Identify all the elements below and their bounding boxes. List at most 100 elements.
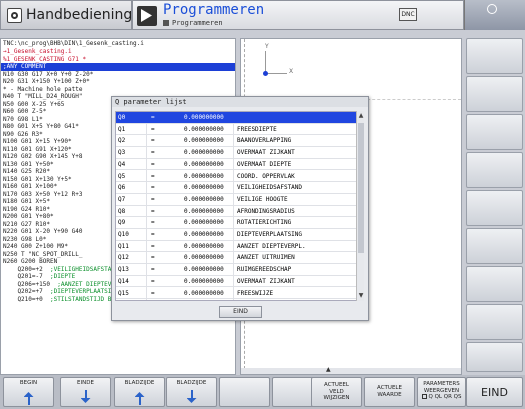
q-parameter-val: 0.000000000	[184, 289, 224, 297]
vertical-softkey-4[interactable]	[466, 152, 523, 188]
q-parameter-q: Q12	[118, 254, 129, 262]
mode-programming-sublabel: Programmeren	[163, 19, 223, 27]
param-comment: ;DIEPTE	[49, 273, 76, 280]
q-parameter-val: 0.000000000	[184, 231, 224, 238]
vertical-softkey-2[interactable]	[466, 76, 523, 112]
q-parameter-q: Q16	[118, 299, 129, 300]
q-parameter-eq: =	[151, 207, 155, 215]
q-parameter-row[interactable]: Q12 = 0.000000000 AANZET UITRUIMEN	[116, 252, 360, 265]
origin-marker	[263, 71, 268, 76]
mode-programming-tab[interactable]: Programmeren Programmeren DNC	[132, 0, 464, 30]
program-line[interactable]: * - Machine hole patte	[1, 86, 235, 94]
q-parameter-eq: =	[151, 149, 155, 157]
q-parameter-row[interactable]: Q13 = 0.000000000 RUIMGEREEDSCHAP	[116, 264, 360, 276]
softkey-page-up[interactable]: BLADZIJDE	[114, 377, 165, 407]
q-parameter-row[interactable]: Q6 = 0.000000000 VEILIGHEIDSAFSTAND	[116, 182, 360, 194]
dialog-scrollbar[interactable]: ▲ ▼	[356, 111, 364, 301]
q-parameter-row[interactable]: Q11 = 0.000000000 AANZET DIEPTEVERPL.	[116, 241, 360, 253]
scrollbar-thumb[interactable]	[358, 123, 364, 253]
q-parameter-eq: =	[151, 219, 155, 227]
q-parameter-q: Q1	[118, 125, 126, 133]
program-line[interactable]: N10 G30 G17 X+0 Y+0 Z-20*	[1, 71, 235, 79]
program-line[interactable]: N20 G31 X+150 Y+100 Z+0*	[1, 78, 235, 86]
program-line[interactable]: →1_Gesenk_casting.i	[1, 48, 235, 56]
scroll-down-icon[interactable]: ▼	[357, 292, 365, 300]
q-parameter-eq: =	[151, 289, 155, 297]
q-parameter-row[interactable]: Q8 = 0.000000000 AFRONDINGSRADIUS	[116, 206, 360, 218]
q-parameter-row[interactable]: Q1 = 0.000000000 FREESDIEPTE	[116, 124, 360, 136]
q-parameter-eq: =	[151, 299, 155, 300]
softkey-einde[interactable]: EINDE	[60, 377, 111, 407]
q-parameter-val: 0.000000000	[184, 219, 224, 227]
dnc-indicator: DNC	[399, 8, 417, 21]
q-parameter-desc: RADIUS	[237, 299, 259, 300]
vertical-softkey-9[interactable]	[466, 342, 523, 372]
q-parameter-desc: AANZET DIEPTEVERPL.	[237, 242, 306, 250]
y-axis	[265, 51, 266, 73]
q-parameter-q: Q3	[118, 149, 126, 157]
program-line[interactable]: ;ANY COMMENT	[1, 63, 235, 71]
q-parameter-row[interactable]: Q16 = 0.000000000 RADIUS	[116, 299, 360, 300]
q-parameter-desc: ROTATIERICHTING	[237, 219, 292, 227]
scroll-up-icon[interactable]: ▲	[357, 112, 365, 120]
softkey-begin[interactable]: BEGIN	[3, 377, 54, 407]
clock-icon	[487, 4, 497, 14]
status-area	[464, 0, 525, 30]
q-parameter-row[interactable]: Q0 = 0.000000000	[116, 112, 360, 124]
position-marker-icon: ▲	[326, 366, 331, 373]
mode-manual-tab[interactable]: Handbediening	[0, 0, 132, 30]
q-parameter-eq: =	[151, 266, 155, 274]
vertical-softkey-6[interactable]	[466, 228, 523, 264]
q-parameter-q: Q7	[118, 195, 126, 203]
q-parameter-eq: =	[151, 277, 155, 285]
arrow-down-icon	[186, 390, 197, 403]
softkey-page-down[interactable]: BLADZIJDE	[166, 377, 217, 407]
q-parameter-row[interactable]: Q9 = 0.000000000 ROTATIERICHTING	[116, 217, 360, 229]
q-parameter-row[interactable]: Q2 = 0.000000000 BAANOVERLAPPING	[116, 135, 360, 148]
q-parameter-row[interactable]: Q14 = 0.000000000 OVERMAAT ZIJKANT	[116, 276, 360, 288]
vertical-softkey-7[interactable]	[466, 266, 523, 302]
q-parameter-row[interactable]: Q3 = 0.000000000 OVERMAAT ZIJKANT	[116, 147, 360, 159]
q-parameter-eq: =	[151, 125, 155, 133]
q-parameter-row[interactable]: Q5 = 0.000000000 COORD. OPPERVLAK	[116, 171, 360, 183]
arrow-up-icon	[23, 392, 34, 405]
q-parameter-val: 0.000000000	[184, 207, 224, 215]
graphics-scrollbar[interactable]	[241, 368, 461, 374]
softkey-edit-field[interactable]: ACTUEEL VELD WIJZIGEN	[311, 377, 362, 407]
q-parameter-val: 0.000000000	[184, 160, 224, 168]
softkey-show-parameters-line1: PARAMETERS	[423, 381, 460, 387]
q-parameter-eq: =	[151, 172, 155, 180]
q-parameter-q: Q13	[118, 266, 129, 274]
vertical-softkey-1[interactable]	[466, 38, 523, 74]
program-line[interactable]: %1_GESENK_CASTING G71 *	[1, 56, 235, 64]
vertical-softkey-3[interactable]	[466, 114, 523, 150]
vertical-softkey-5[interactable]	[466, 190, 523, 226]
q-parameter-q: Q0	[118, 114, 126, 121]
softkey-empty-1[interactable]	[219, 377, 270, 407]
softkey-actual-value[interactable]: ACTUELE WAARDE	[364, 377, 415, 407]
q-parameter-row[interactable]: Q15 = 0.000000000 FREESWIJZE	[116, 288, 360, 300]
program-path: TNC:\nc_prog\BHB\DIN\1_Gesenk_casting.i	[3, 40, 144, 47]
mode-manual-label: Handbediening	[26, 7, 133, 23]
q-parameter-desc: AANZET UITRUIMEN	[237, 254, 295, 262]
q-parameter-row[interactable]: Q10 = 0.000000000 DIEPTEVERPLAATSING	[116, 229, 360, 241]
softkey-eind[interactable]: EIND	[466, 377, 523, 407]
y-axis-label: Y	[265, 43, 269, 50]
q-parameter-val: 0.000000000	[184, 254, 224, 262]
q-parameter-table[interactable]: Q0 = 0.000000000 Q1 = 0.000000000 FREESDIEPTE Q…	[115, 111, 361, 301]
mode-programming-label: Programmeren	[163, 2, 265, 18]
q-parameter-desc: VEILIGHEIDSAFSTAND	[237, 184, 303, 192]
q-parameter-desc: VEILIGE HOOGTE	[237, 195, 288, 203]
q-parameter-row[interactable]: Q4 = 0.000000000 OVERMAAT DIEPTE	[116, 159, 360, 171]
dialog-close-button[interactable]: EIND	[219, 306, 262, 318]
softkey-show-parameters[interactable]: PARAMETERS WEERGEVEN Q QL QR QS	[417, 377, 466, 407]
vertical-softkey-8[interactable]	[466, 304, 523, 340]
q-parameter-q: Q8	[118, 207, 126, 215]
q-parameter-dialog: Q parameter lijst Q0 = 0.000000000 Q1 = 0.000…	[111, 96, 369, 321]
q-parameter-val: 0.000000000	[184, 277, 224, 285]
q-parameter-eq: =	[151, 160, 155, 168]
q-parameter-val: 0.000000000	[184, 242, 224, 250]
q-parameter-desc: RUIMGEREEDSCHAP	[237, 266, 292, 274]
q-parameter-desc: OVERMAAT ZIJKANT	[237, 277, 295, 285]
q-parameter-row[interactable]: Q7 = 0.000000000 VEILIGE HOOGTE	[116, 194, 360, 206]
